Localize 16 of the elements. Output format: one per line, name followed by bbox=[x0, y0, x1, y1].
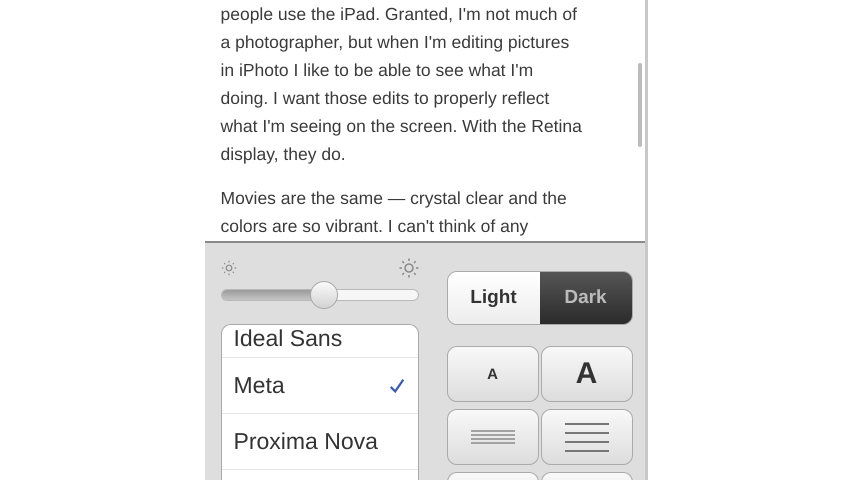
font-item[interactable]: Meta bbox=[222, 358, 418, 414]
brightness-slider[interactable] bbox=[220, 281, 418, 309]
brightness-low-icon bbox=[220, 260, 236, 276]
spaced-lines-icon bbox=[564, 422, 608, 452]
alignment-button[interactable] bbox=[446, 409, 538, 465]
justified-lines-icon bbox=[470, 429, 514, 445]
theme-button[interactable]: Dark bbox=[540, 272, 632, 324]
theme-button[interactable]: Light bbox=[448, 272, 540, 324]
alignment-button[interactable] bbox=[540, 409, 632, 465]
font-item[interactable]: Ideal Sans bbox=[222, 325, 418, 358]
article-paragraph: people use the iPad. Granted, I'm not much of a photographer, but when I'm editing pictures in iPhoto I like to be able to see what I'm doing. I want those edits to properly reflect what I'm seeing on the screen. With the Retina display, they do. bbox=[220, 3, 583, 166]
text-size-button[interactable]: A bbox=[540, 346, 632, 402]
brightness-high-icon bbox=[398, 258, 418, 278]
font-item[interactable]: Proxima Nova bbox=[222, 414, 418, 470]
article-paragraph: Movies are the same — crystal clear and the colors are so vibrant. I can't think of any bbox=[220, 187, 568, 238]
text-size-button[interactable]: A bbox=[446, 346, 538, 402]
